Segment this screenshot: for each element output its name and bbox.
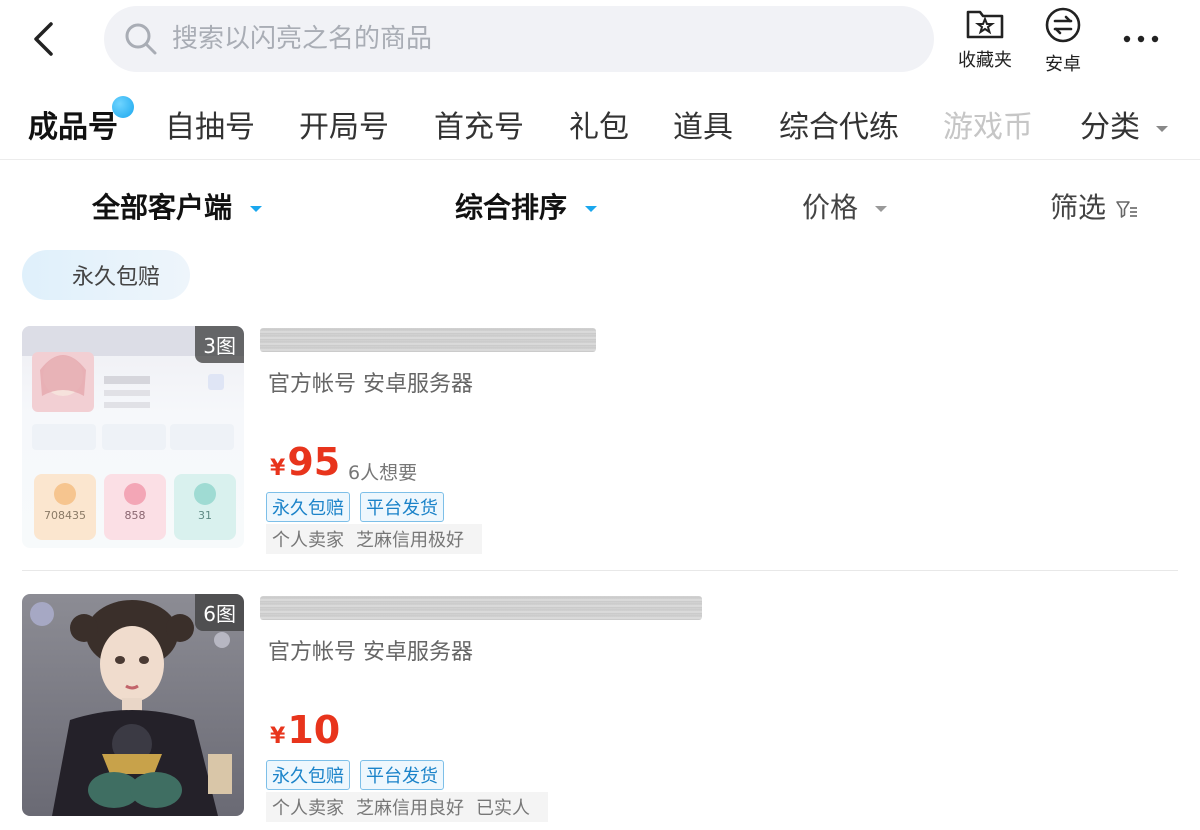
new-dot-badge bbox=[112, 96, 134, 118]
sort-label: 综合排序 bbox=[455, 191, 568, 224]
image-count-badge: 3图 bbox=[195, 326, 244, 363]
tab-label: 游戏币 bbox=[943, 110, 1033, 145]
tab-label: 综合代练 bbox=[779, 110, 899, 145]
favorites-label: 收藏夹 bbox=[958, 50, 1012, 71]
service-tags: 永久包赔 平台发货 bbox=[266, 760, 444, 790]
tab-power-leveling[interactable]: 综合代练 bbox=[779, 102, 899, 146]
android-switch-icon bbox=[1045, 7, 1081, 43]
filter-funnel-icon bbox=[1116, 201, 1137, 218]
service-tags: 永久包赔 平台发货 bbox=[266, 492, 444, 522]
seller-type: 个人卖家 bbox=[272, 530, 344, 551]
tag-guarantee: 永久包赔 bbox=[266, 760, 350, 790]
credit-rating: 芝麻信用良好 bbox=[356, 798, 464, 819]
listing-price: ¥10 bbox=[270, 708, 340, 752]
listing-card[interactable]: 6图 官方帐号 安卓服务器 ¥10 永久包赔 平台发货 个人卖家 芝麻信用良好 … bbox=[22, 594, 1178, 824]
listing-thumbnail: 6图 bbox=[22, 594, 244, 816]
tab-game-currency[interactable]: 游戏币 bbox=[943, 102, 1033, 146]
filter-label: 筛选 bbox=[1050, 191, 1107, 224]
favorites-folder-star-icon bbox=[966, 10, 1004, 39]
thumb-stat-2: 858 bbox=[125, 509, 146, 522]
thumb-stat-1: 708435 bbox=[44, 509, 86, 522]
more-button[interactable] bbox=[1116, 18, 1166, 60]
image-count-badge: 6图 bbox=[195, 594, 244, 631]
category-tabs: 成品号 自抽号 开局号 首充号 礼包 道具 综合代练 游戏币 分类 bbox=[0, 88, 1200, 160]
price-amount: 10 bbox=[287, 708, 341, 752]
tab-label: 开局号 bbox=[299, 110, 389, 145]
want-count: 6人想要 bbox=[348, 462, 418, 484]
tab-self-draw-accounts[interactable]: 自抽号 bbox=[165, 102, 255, 146]
tab-label: 成品号 bbox=[28, 110, 118, 145]
price-sort-button[interactable]: 价格 bbox=[802, 186, 887, 226]
more-dots-icon bbox=[1123, 35, 1159, 43]
permanent-guarantee-chip[interactable]: 永久包赔 bbox=[22, 250, 190, 300]
seller-tags: 个人卖家 芝麻信用极好 bbox=[266, 524, 482, 554]
page: 收藏夹 安卓 成品号 自抽号 开局号 首充号 礼包 道具 bbox=[0, 0, 1200, 830]
credit-rating: 芝麻信用极好 bbox=[356, 530, 464, 551]
listing-meta: 官方帐号 安卓服务器 bbox=[268, 640, 473, 665]
caret-down-icon bbox=[584, 206, 597, 212]
identity-verified: 已实人 bbox=[476, 798, 530, 819]
currency-symbol: ¥ bbox=[270, 456, 286, 481]
tag-guarantee: 永久包赔 bbox=[266, 492, 350, 522]
blurred-title bbox=[260, 596, 702, 620]
tag-platform-delivery: 平台发货 bbox=[360, 760, 444, 790]
blurred-title bbox=[260, 328, 596, 352]
thumb-stat-3: 31 bbox=[198, 509, 212, 522]
chip-label: 永久包赔 bbox=[71, 265, 160, 290]
search-bar[interactable] bbox=[104, 6, 934, 72]
sort-dropdown[interactable]: 综合排序 bbox=[455, 186, 597, 226]
favorites-button[interactable]: 收藏夹 bbox=[950, 6, 1020, 72]
android-button[interactable]: 安卓 bbox=[1028, 6, 1098, 76]
dropdown-caret-icon bbox=[1155, 125, 1168, 132]
tab-label: 礼包 bbox=[569, 110, 629, 145]
tab-label: 分类 bbox=[1080, 110, 1140, 145]
currency-symbol: ¥ bbox=[270, 724, 286, 749]
android-label: 安卓 bbox=[1045, 54, 1081, 75]
search-input[interactable] bbox=[172, 24, 872, 54]
tab-starter-accounts[interactable]: 开局号 bbox=[299, 102, 389, 146]
caret-down-icon bbox=[874, 206, 887, 212]
price-sort-label: 价格 bbox=[802, 191, 859, 224]
tab-items[interactable]: 道具 bbox=[673, 102, 733, 146]
listing-meta: 官方帐号 安卓服务器 bbox=[268, 372, 473, 397]
tab-categories-dropdown[interactable]: 分类 bbox=[1080, 102, 1168, 146]
tab-gift-packs[interactable]: 礼包 bbox=[569, 102, 629, 146]
filter-button[interactable]: 筛选 bbox=[1050, 186, 1139, 226]
filter-row: 全部客户端 综合排序 价格 筛选 bbox=[0, 176, 1200, 236]
back-button[interactable] bbox=[22, 18, 64, 60]
divider bbox=[22, 570, 1178, 571]
top-bar: 收藏夹 安卓 bbox=[0, 0, 1200, 80]
seller-tags: 个人卖家 芝麻信用良好 已实人 bbox=[266, 792, 548, 822]
tab-label: 首充号 bbox=[434, 110, 524, 145]
search-icon bbox=[125, 23, 157, 55]
back-arrow-icon bbox=[34, 22, 53, 56]
tag-platform-delivery: 平台发货 bbox=[360, 492, 444, 522]
client-filter-dropdown[interactable]: 全部客户端 bbox=[92, 186, 262, 226]
client-filter-label: 全部客户端 bbox=[92, 191, 233, 224]
seller-type: 个人卖家 bbox=[272, 798, 344, 819]
listing-thumbnail: 708435 858 31 3图 bbox=[22, 326, 244, 548]
tab-label: 自抽号 bbox=[165, 110, 255, 145]
listing-card[interactable]: 708435 858 31 3图 官方帐号 安卓服务器 ¥95 6人想要 永久包… bbox=[22, 326, 1178, 556]
price-amount: 95 bbox=[287, 440, 341, 484]
tab-first-recharge[interactable]: 首充号 bbox=[434, 102, 524, 146]
listing-price: ¥95 bbox=[270, 440, 340, 484]
caret-down-icon bbox=[249, 206, 262, 212]
tab-finished-accounts[interactable]: 成品号 bbox=[28, 96, 134, 146]
tab-label: 道具 bbox=[673, 110, 733, 145]
